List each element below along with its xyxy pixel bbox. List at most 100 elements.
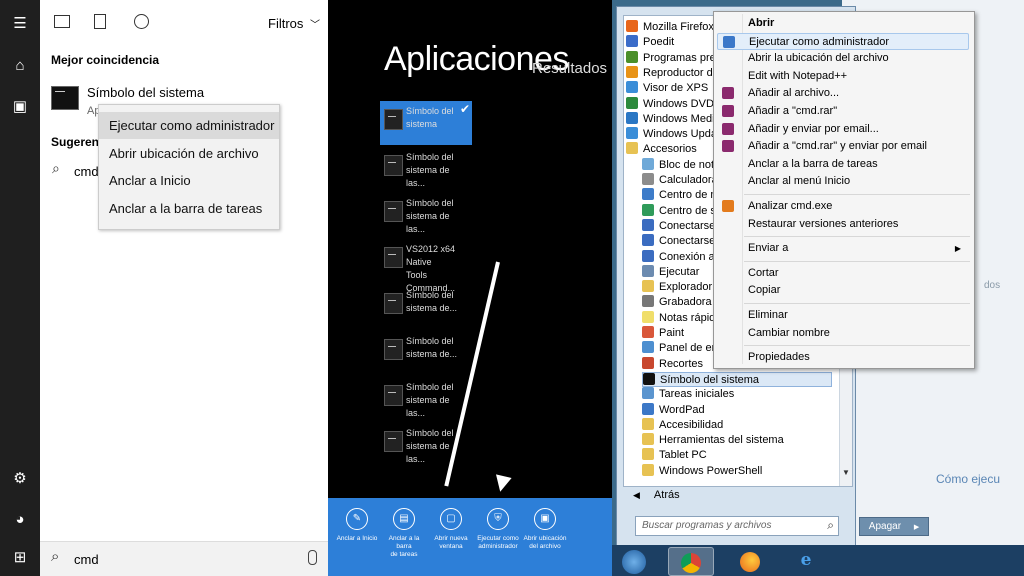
cmd-app-icon	[384, 339, 403, 360]
program-icon	[642, 157, 654, 170]
program-icon	[642, 203, 654, 216]
program-icon	[642, 218, 654, 231]
app-tile[interactable]: Símbolo del sistema ✔	[380, 101, 472, 145]
shutdown-options-arrow-icon[interactable]: ▶	[914, 524, 919, 531]
cmd-app-icon	[384, 293, 403, 314]
win10-search-panel: ☰ ⌂ ▣ ⚙ ◕ ⊞ Filtros ﹀ Mejor coincidencia…	[0, 0, 328, 576]
hamburger-menu-icon[interactable]: ☰	[10, 14, 30, 34]
program-icon	[642, 341, 654, 354]
program-icon	[626, 50, 638, 63]
search-input[interactable]: cmd	[74, 552, 99, 567]
appbar-label: Abrir ubicación del archivo	[523, 535, 567, 550]
program-icon	[642, 326, 654, 338]
app-tile[interactable]: Símbolo del sistema de las...	[380, 147, 472, 191]
context-menu-item[interactable]: Cambiar nombre	[717, 325, 969, 342]
context-menu-item[interactable]: Anclar al menú Inicio	[717, 173, 969, 190]
context-menu-item[interactable]: Copiar	[717, 282, 969, 299]
context-menu-item[interactable]: Abrir la ubicación del archivo	[717, 50, 969, 67]
menu-separator	[744, 194, 970, 195]
context-menu-item[interactable]: Añadir a "cmd.rar"	[717, 103, 969, 120]
app-tile[interactable]: Símbolo del sistema de las...	[380, 377, 472, 421]
program-list-item[interactable]: Herramientas del sistema	[642, 433, 832, 448]
context-menu-item[interactable]: Enviar a ▶	[717, 240, 969, 257]
appbar-button[interactable]: ⛨ Ejecutar como administrador	[475, 508, 521, 551]
appbar-button[interactable]: ▣ Abrir ubicación del archivo	[522, 508, 568, 551]
app-tile[interactable]: VS2012 x64 Native Tools Command...	[380, 239, 472, 293]
program-icon	[642, 463, 654, 476]
best-match-header: Mejor coincidencia	[51, 53, 160, 67]
program-icon	[626, 35, 638, 48]
back-button[interactable]: ◀ Atrás	[633, 489, 680, 501]
app-label: Símbolo del sistema de las...	[406, 152, 454, 188]
context-menu-item[interactable]: Analizar cmd.exe	[717, 198, 969, 215]
settings-gear-icon[interactable]: ⚙	[10, 469, 30, 489]
documents-filter-icon[interactable]	[94, 14, 106, 29]
cmd-app-icon	[384, 385, 403, 406]
program-icon	[626, 127, 638, 140]
program-list-item[interactable]: Tareas iniciales	[642, 387, 832, 402]
run-as-admin-icon: ⛨	[487, 508, 509, 530]
appbar-button[interactable]: ▢ Abrir nueva ventana	[428, 508, 474, 551]
program-icon	[626, 142, 638, 155]
open-location-icon: ▣	[534, 508, 556, 530]
menu-item-icon	[722, 122, 734, 135]
result-title[interactable]: Símbolo del sistema	[87, 85, 204, 100]
context-menu-item[interactable]: Abrir	[717, 15, 969, 32]
context-menu-item[interactable]: Propiedades	[717, 349, 969, 366]
user-icon[interactable]: ◕	[10, 510, 30, 530]
chrome-icon[interactable]	[668, 547, 714, 576]
context-menu-item[interactable]: Edit with Notepad++	[717, 68, 969, 85]
appbar-button[interactable]: ▤ Anclar a la barra de tareas	[381, 508, 427, 559]
appbar-label: Anclar a la barra de tareas	[388, 535, 420, 558]
context-menu-item[interactable]: Eliminar	[717, 307, 969, 324]
filters-button[interactable]: Filtros ﹀	[268, 16, 320, 31]
menu-item-pin-start[interactable]: Anclar a Inicio	[99, 167, 279, 194]
context-menu-item[interactable]: Cortar	[717, 265, 969, 282]
context-menu-item[interactable]: Ejecutar como administrador	[717, 32, 969, 50]
context-menu-item[interactable]: Anclar a la barra de tareas	[717, 156, 969, 173]
app-tile[interactable]: Símbolo del sistema de...	[380, 331, 472, 375]
documents-icon[interactable]: ▣	[10, 97, 30, 117]
apps-filter-icon[interactable]	[54, 15, 70, 28]
program-icon	[642, 402, 654, 415]
internet-explorer-icon[interactable]: e	[784, 547, 828, 574]
context-menu-item[interactable]: Añadir al archivo...	[717, 85, 969, 102]
taskbar-search-box[interactable]: ⌕ cmd	[40, 541, 328, 576]
app-tile[interactable]: Símbolo del sistema de las...	[380, 193, 472, 237]
context-menu-item[interactable]: Restaurar versiones anteriores	[717, 216, 969, 233]
search-programs-input[interactable]: Buscar programas y archivos ⌕	[635, 516, 839, 536]
menu-item-run-as-admin[interactable]: Ejecutar como administrador	[99, 112, 279, 139]
shutdown-button[interactable]: Apagar ▶	[859, 517, 929, 536]
suggestion-item[interactable]: cmd	[74, 164, 99, 179]
cmd-app-icon	[384, 431, 403, 452]
program-list-item[interactable]: Tablet PC	[642, 448, 832, 463]
win7-start-panel: dos Cómo ejecu Mozilla Firefox Poedit Prog…	[612, 0, 1024, 576]
start-orb-icon[interactable]	[614, 547, 654, 574]
menu-item-open-location[interactable]: Abrir ubicación de archivo	[99, 140, 279, 167]
program-list-item[interactable]: Windows PowerShell	[642, 463, 832, 479]
program-icon	[626, 20, 638, 32]
program-list-item[interactable]: Símbolo del sistema	[642, 371, 832, 387]
context-menu-item[interactable]: Añadir y enviar por email...	[717, 121, 969, 138]
new-window-icon: ▢	[440, 508, 462, 530]
firefox-icon[interactable]	[728, 547, 772, 574]
app-label: Símbolo del sistema de las...	[406, 198, 454, 234]
web-filter-icon[interactable]	[134, 14, 149, 29]
context-menu: Ejecutar como administrador Abrir ubicac…	[98, 104, 280, 230]
app-tile[interactable]: Símbolo del sistema de...	[380, 285, 472, 329]
results-subtitle: Resultados para	[532, 60, 612, 77]
appbar-button[interactable]: ✎ Anclar a Inicio	[334, 508, 380, 543]
windows-logo-icon[interactable]: ⊞	[10, 548, 30, 568]
checkmark-icon: ✔	[459, 102, 470, 116]
cmd-app-icon	[51, 86, 79, 110]
program-list-item[interactable]: WordPad	[642, 402, 832, 418]
microphone-icon[interactable]	[308, 550, 317, 565]
menu-item-pin-taskbar[interactable]: Anclar a la barra de tareas	[99, 195, 279, 222]
program-list-item[interactable]: Accesibilidad	[642, 417, 832, 433]
program-icon	[642, 433, 654, 446]
context-menu-item[interactable]: Añadir a "cmd.rar" y enviar por email	[717, 138, 969, 155]
scroll-down-arrow-icon[interactable]: ▼	[842, 468, 850, 477]
home-icon[interactable]: ⌂	[10, 56, 30, 76]
win8-search-panel: Aplicaciones Resultados para Símbolo del…	[328, 0, 612, 576]
program-icon	[642, 234, 654, 247]
